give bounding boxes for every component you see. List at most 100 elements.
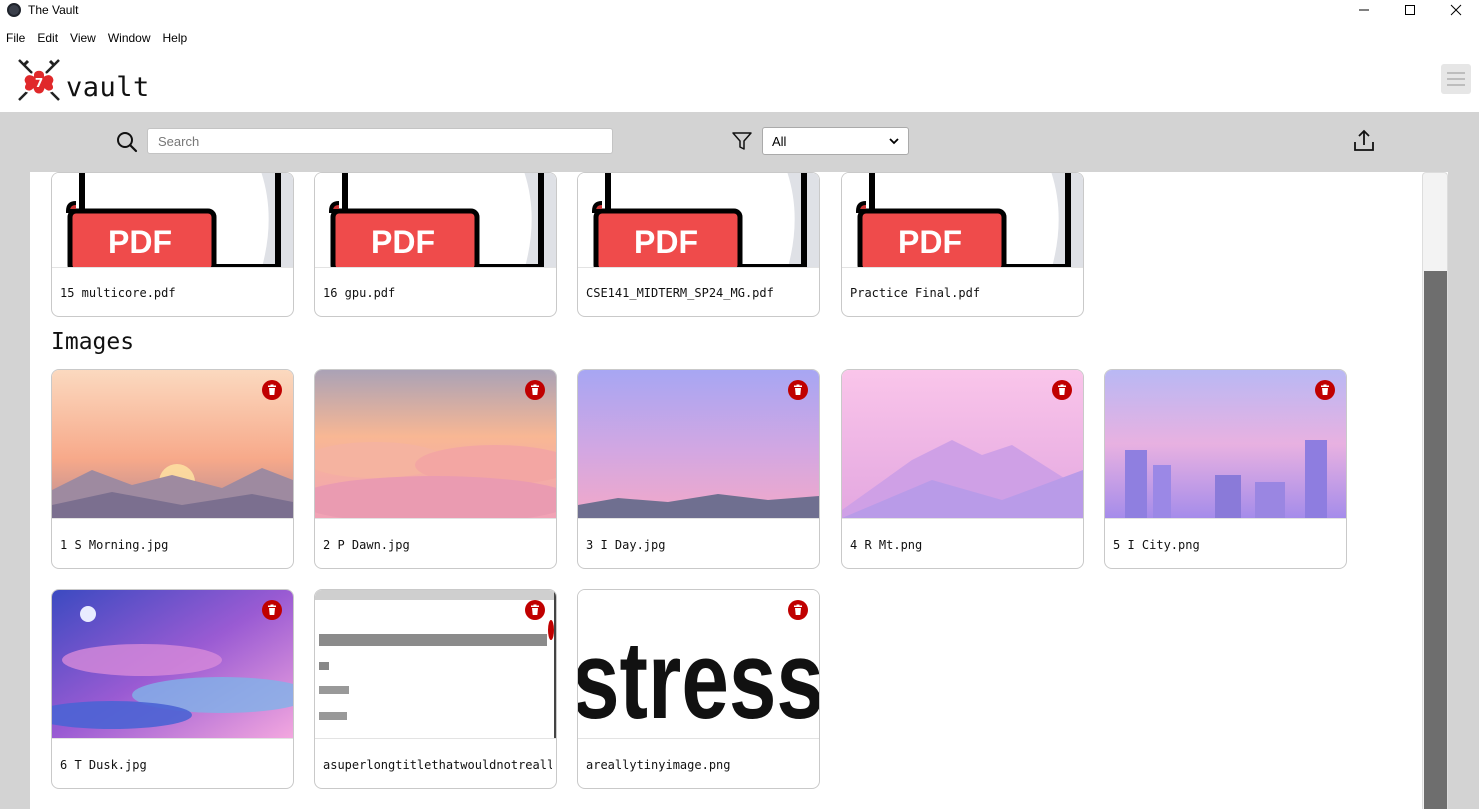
pdf-file-icon: PDF: [578, 173, 819, 267]
image-name: 2 P Dawn.jpg: [323, 538, 410, 552]
delete-button[interactable]: [262, 380, 282, 400]
image-name: 1 S Morning.jpg: [60, 538, 169, 552]
card-divider: [578, 738, 819, 739]
pdf-file-icon: PDF: [52, 173, 293, 267]
image-thumbnail: [578, 370, 819, 518]
upload-icon[interactable]: [1351, 128, 1377, 154]
search-icon[interactable]: [116, 131, 138, 153]
card-divider: [52, 518, 293, 519]
menu-view[interactable]: View: [64, 31, 102, 45]
hamburger-menu-button[interactable]: [1441, 64, 1471, 94]
search-input[interactable]: [147, 128, 613, 154]
pdf-file-icon: PDF: [842, 173, 1083, 267]
pdf-badge-text: PDF: [634, 224, 698, 260]
card-divider: [315, 267, 556, 268]
svg-text:7: 7: [35, 76, 43, 90]
hamburger-line: [1447, 84, 1465, 86]
card-divider: [842, 267, 1083, 268]
document-card[interactable]: PDF CSE141_MIDTERM_SP24_MG.pdf: [577, 172, 820, 317]
hamburger-line: [1447, 78, 1465, 80]
delete-button[interactable]: [788, 600, 808, 620]
minimize-icon: [1359, 9, 1369, 11]
delete-button[interactable]: [262, 600, 282, 620]
pdf-badge-text: PDF: [898, 224, 962, 260]
scrollbar-thumb[interactable]: [1424, 271, 1447, 809]
document-name: CSE141_MIDTERM_SP24_MG.pdf: [586, 286, 774, 300]
menu-bar: File Edit View Window Help: [0, 28, 193, 48]
image-card[interactable]: 5 I City.png: [1104, 369, 1347, 569]
image-card[interactable]: 2 P Dawn.jpg: [314, 369, 557, 569]
delete-button[interactable]: [1052, 380, 1072, 400]
pdf-thumbnail: PDF: [578, 173, 819, 267]
trash-icon: [794, 384, 802, 395]
delete-button[interactable]: [525, 380, 545, 400]
menu-edit[interactable]: Edit: [31, 31, 64, 45]
images-section-title: Images: [51, 329, 135, 355]
content-scrollbar[interactable]: [1422, 172, 1448, 809]
image-card[interactable]: 4 R Mt.png: [841, 369, 1084, 569]
window-title: The Vault: [28, 3, 79, 17]
thumbnail-text: stress: [578, 619, 819, 738]
card-divider: [578, 518, 819, 519]
card-divider: [315, 518, 556, 519]
image-name: 4 R Mt.png: [850, 538, 923, 552]
document-name: 16 gpu.pdf: [323, 286, 396, 300]
filter-icon: [732, 132, 752, 150]
file-browser-panel: PDF 15 multicore.pdf PDF 16 gpu.pdf PDF …: [30, 172, 1448, 809]
delete-button[interactable]: [1315, 380, 1335, 400]
trash-icon: [268, 384, 276, 395]
filter-select[interactable]: All: [762, 127, 909, 155]
minimize-button[interactable]: [1341, 0, 1387, 20]
chevron-down-icon: [889, 137, 899, 144]
image-thumbnail: [52, 590, 293, 738]
image-thumbnail: stress: [578, 590, 819, 738]
window-controls: [1341, 0, 1479, 20]
maximize-icon: [1405, 5, 1415, 15]
document-name: Practice Final.pdf: [850, 286, 981, 300]
pdf-thumbnail: PDF: [842, 173, 1083, 267]
image-thumbnail: [315, 590, 556, 738]
pdf-badge-text: PDF: [108, 224, 172, 260]
trash-icon: [268, 604, 276, 615]
delete-button[interactable]: [525, 600, 545, 620]
image-card[interactable]: asuperlongtitlethatwouldnotreallyfit.png: [314, 589, 557, 789]
app-logo-text: vault: [66, 72, 150, 103]
image-thumbnail: [52, 370, 293, 518]
hamburger-line: [1447, 72, 1465, 74]
image-thumbnail: [315, 370, 556, 518]
maximize-button[interactable]: [1387, 0, 1433, 20]
trash-icon: [531, 384, 539, 395]
image-name: asuperlongtitlethatwouldnotreallyfit.png: [323, 758, 552, 772]
image-card[interactable]: stress areallytinyimage.png: [577, 589, 820, 789]
document-card[interactable]: PDF 15 multicore.pdf: [51, 172, 294, 317]
pdf-badge-text: PDF: [371, 224, 435, 260]
close-icon: [1450, 4, 1462, 16]
menu-help[interactable]: Help: [157, 31, 194, 45]
close-button[interactable]: [1433, 0, 1479, 20]
image-name: 3 I Day.jpg: [586, 538, 666, 552]
image-name: areallytinyimage.png: [586, 758, 731, 772]
pdf-thumbnail: PDF: [52, 173, 293, 267]
menu-window[interactable]: Window: [102, 31, 157, 45]
image-thumbnail: [842, 370, 1083, 518]
card-divider: [842, 518, 1083, 519]
trash-icon: [794, 604, 802, 615]
delete-button[interactable]: [788, 380, 808, 400]
document-card[interactable]: PDF 16 gpu.pdf: [314, 172, 557, 317]
card-divider: [52, 738, 293, 739]
app-icon: [7, 3, 21, 17]
card-divider: [578, 267, 819, 268]
trash-icon: [531, 604, 539, 615]
image-card[interactable]: 3 I Day.jpg: [577, 369, 820, 569]
image-card[interactable]: 6 T Dusk.jpg: [51, 589, 294, 789]
vault-logo-icon: 7: [18, 59, 60, 101]
card-divider: [52, 267, 293, 268]
menu-file[interactable]: File: [0, 31, 31, 45]
image-card[interactable]: 1 S Morning.jpg: [51, 369, 294, 569]
pdf-file-icon: PDF: [315, 173, 556, 267]
card-divider: [315, 738, 556, 739]
window-titlebar: The Vault: [0, 0, 1479, 20]
image-name: 6 T Dusk.jpg: [60, 758, 147, 772]
document-card[interactable]: PDF Practice Final.pdf: [841, 172, 1084, 317]
trash-icon: [1058, 384, 1066, 395]
